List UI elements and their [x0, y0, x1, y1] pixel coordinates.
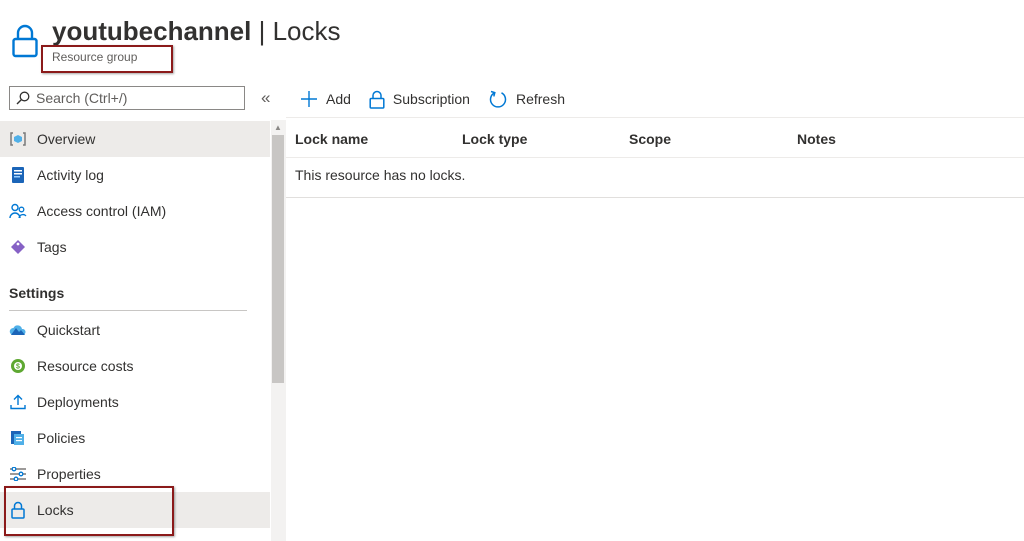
table-bottom-divider [286, 197, 1024, 198]
refresh-button[interactable]: Refresh [488, 89, 565, 109]
refresh-icon [489, 90, 507, 108]
blade-title: Locks [272, 16, 341, 46]
toolbar-divider [286, 117, 1024, 118]
scroll-up-arrow-icon[interactable]: ▲ [274, 123, 282, 132]
cost-icon: $ [9, 357, 27, 375]
column-header-lock-name[interactable]: Lock name [295, 131, 368, 147]
add-label: Add [326, 91, 351, 107]
sidebar-item-access-control[interactable]: Access control (IAM) [0, 193, 270, 229]
sidebar-item-label: Policies [37, 430, 86, 446]
subscription-button[interactable]: Subscription [369, 90, 470, 109]
column-header-notes[interactable]: Notes [797, 131, 836, 147]
refresh-label: Refresh [515, 91, 565, 107]
sidebar-item-label: Properties [37, 466, 101, 482]
search-placeholder: Search (Ctrl+/) [36, 90, 128, 106]
page-title: youtubechannel | Locks [52, 14, 341, 48]
lock-icon [12, 24, 38, 58]
add-button[interactable]: Add [300, 90, 351, 108]
sidebar-item-label: Access control (IAM) [37, 203, 167, 219]
tag-icon [9, 238, 27, 256]
collapse-sidebar-button[interactable]: « [261, 88, 270, 108]
subscription-label: Subscription [392, 91, 470, 107]
resource-name: youtubechannel [52, 16, 252, 46]
section-divider [9, 310, 247, 311]
upload-icon [9, 393, 27, 411]
scrollbar-thumb[interactable] [272, 135, 284, 383]
section-header-settings: Settings [9, 285, 65, 301]
command-bar: Add Subscription Refresh [300, 86, 583, 112]
column-header-scope[interactable]: Scope [629, 131, 671, 147]
cloud-icon [9, 321, 27, 339]
lock-icon [369, 90, 385, 109]
table-header-divider [286, 157, 1024, 158]
sidebar-item-quickstart[interactable]: Quickstart [0, 312, 270, 348]
sidebar-item-label: Quickstart [37, 322, 101, 338]
title-separator: | [258, 16, 266, 46]
policy-icon [9, 429, 27, 447]
sidebar-item-tags[interactable]: Tags [0, 229, 270, 265]
search-input[interactable]: Search (Ctrl+/) [9, 86, 245, 110]
search-icon [16, 91, 30, 105]
highlight-box-locks [4, 486, 174, 536]
sidebar-item-deployments[interactable]: Deployments [0, 384, 270, 420]
activity-log-icon [9, 166, 27, 184]
sidebar-item-activity-log[interactable]: Activity log [0, 157, 270, 193]
sidebar-item-label: Deployments [37, 394, 119, 410]
people-icon [9, 202, 27, 220]
highlight-box-resource-type [41, 45, 173, 73]
plus-icon [301, 91, 317, 107]
sidebar-item-label: Resource costs [37, 358, 134, 374]
sidebar-item-label: Tags [37, 239, 67, 255]
sliders-icon [9, 465, 27, 483]
sidebar-item-policies[interactable]: Policies [0, 420, 270, 456]
column-header-lock-type[interactable]: Lock type [462, 131, 527, 147]
sidebar-item-label: Overview [37, 131, 96, 147]
svg-text:$: $ [16, 364, 20, 371]
sidebar-item-resource-costs[interactable]: $ Resource costs [0, 348, 270, 384]
resource-group-icon [9, 130, 27, 148]
sidebar-item-overview[interactable]: Overview [0, 121, 270, 157]
sidebar-item-label: Activity log [37, 167, 104, 183]
empty-state-message: This resource has no locks. [295, 167, 466, 183]
